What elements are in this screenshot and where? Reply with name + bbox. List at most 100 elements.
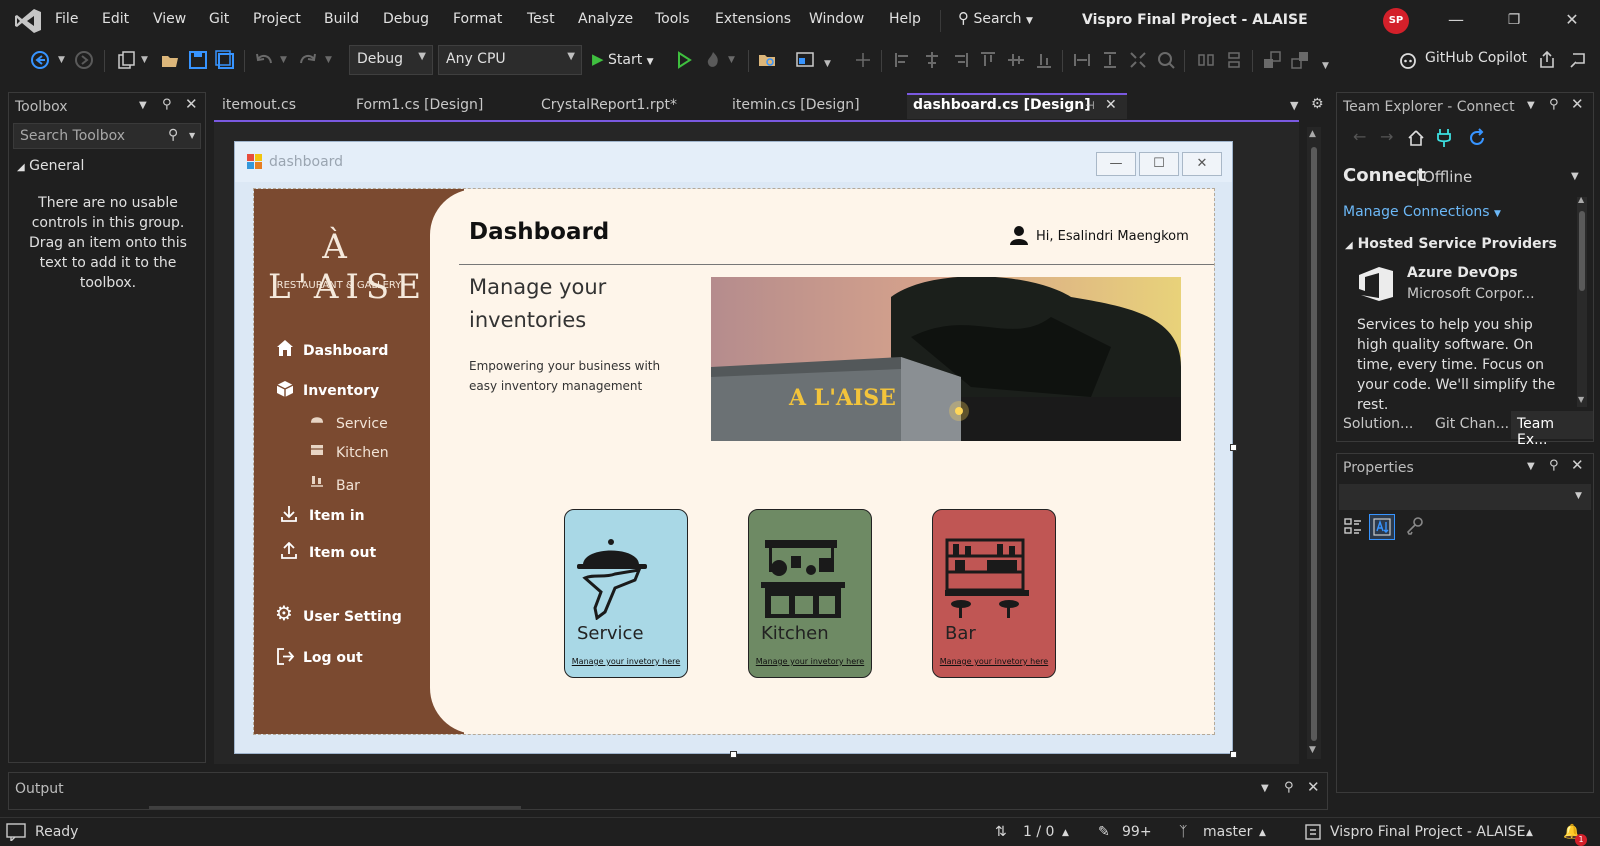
- pin-icon[interactable]: ⚲: [1549, 97, 1559, 112]
- chevron-down-icon[interactable]: ▼: [141, 55, 148, 65]
- menu-git[interactable]: Git: [209, 11, 229, 27]
- toolbar-overflow-icon[interactable]: ▼: [1322, 61, 1329, 71]
- back-icon[interactable]: [30, 50, 50, 70]
- configuration-select[interactable]: Debug ▼: [349, 45, 433, 75]
- tab-itemout[interactable]: itemout.cs: [216, 93, 344, 119]
- search-button[interactable]: ⚲ Search ▼: [958, 9, 1033, 27]
- menu-edit[interactable]: Edit: [102, 11, 129, 27]
- toolbox-search-input[interactable]: Search Toolbox ⚲ ▼: [13, 123, 201, 149]
- chevron-down-icon[interactable]: ▼: [58, 55, 65, 65]
- align-grid-icon[interactable]: [853, 50, 873, 70]
- tab-itemin-design[interactable]: itemin.cs [Design]: [726, 93, 904, 119]
- form-minimize-button[interactable]: —: [1096, 152, 1136, 176]
- new-project-icon[interactable]: [116, 50, 136, 70]
- refresh-icon[interactable]: [1467, 128, 1487, 148]
- resize-handle[interactable]: [1230, 444, 1237, 451]
- nav-bar[interactable]: Bar: [336, 478, 360, 494]
- tab-crystalreport1[interactable]: CrystalReport1.rpt*: [535, 93, 717, 119]
- menu-extensions[interactable]: Extensions: [715, 11, 791, 27]
- close-icon[interactable]: ✕: [1105, 97, 1117, 113]
- tab-solution-explorer[interactable]: Solution...: [1337, 411, 1427, 439]
- close-icon[interactable]: ✕: [185, 95, 198, 113]
- form-close-button[interactable]: ✕: [1182, 152, 1222, 176]
- chevron-down-icon[interactable]: ▼: [728, 55, 735, 65]
- save-all-icon[interactable]: [215, 50, 235, 70]
- vertical-spacing-icon[interactable]: [1224, 50, 1244, 70]
- panel-menu-icon[interactable]: ▼: [1527, 100, 1535, 111]
- nav-kitchen[interactable]: Kitchen: [336, 445, 389, 461]
- chevron-down-icon[interactable]: ▼: [824, 59, 831, 69]
- kitchen-card-link[interactable]: Manage your invetory here: [749, 657, 871, 666]
- nav-item-out[interactable]: Item out: [309, 545, 376, 561]
- menu-file[interactable]: File: [55, 11, 78, 27]
- tab-dashboard-design[interactable]: dashboard.cs [Design] ⊣ ✕: [907, 93, 1127, 119]
- designer-vertical-scrollbar[interactable]: ▲ ▼: [1307, 127, 1321, 759]
- menu-window[interactable]: Window: [809, 11, 864, 27]
- scroll-thumb[interactable]: [1311, 147, 1317, 741]
- service-card-link[interactable]: Manage your invetory here: [565, 657, 687, 666]
- status-branch[interactable]: master: [1203, 824, 1252, 840]
- status-repository[interactable]: Vispro Final Project - ALAISE: [1330, 824, 1526, 840]
- nav-inventory[interactable]: Inventory: [303, 383, 379, 399]
- property-pages-icon[interactable]: [1405, 516, 1425, 536]
- horizontal-spacing-icon[interactable]: [1196, 50, 1216, 70]
- pin-icon[interactable]: ⚲: [1549, 458, 1559, 473]
- panel-menu-icon[interactable]: ▼: [139, 100, 147, 111]
- align-bottom-icon[interactable]: [1034, 50, 1054, 70]
- nav-user-setting[interactable]: User Setting: [303, 609, 402, 625]
- hot-reload-icon[interactable]: [703, 50, 723, 70]
- forward-icon[interactable]: [74, 50, 94, 70]
- close-icon[interactable]: ✕: [1571, 95, 1584, 113]
- close-button[interactable]: ✕: [1560, 8, 1584, 32]
- team-explorer-scrollbar[interactable]: ▲ ▼: [1577, 195, 1587, 407]
- home-icon[interactable]: [1407, 129, 1425, 147]
- open-folder-icon[interactable]: [160, 50, 180, 70]
- start-button[interactable]: ▶ Start ▼: [592, 50, 654, 68]
- align-middle-icon[interactable]: [1006, 50, 1026, 70]
- scroll-up-icon[interactable]: ▲: [1309, 129, 1316, 139]
- minimize-button[interactable]: —: [1444, 8, 1468, 32]
- chevron-down-icon[interactable]: ▼: [280, 55, 287, 65]
- redo-icon[interactable]: [298, 50, 318, 70]
- make-same-width-icon[interactable]: [1072, 50, 1092, 70]
- menu-build[interactable]: Build: [324, 11, 359, 27]
- plug-icon[interactable]: [1436, 128, 1452, 148]
- scroll-down-icon[interactable]: ▼: [1578, 395, 1584, 404]
- align-right-icon[interactable]: [950, 50, 970, 70]
- menu-view[interactable]: View: [153, 11, 186, 27]
- bar-card-link[interactable]: Manage your invetory here: [933, 657, 1055, 666]
- feedback-icon[interactable]: [1568, 50, 1588, 70]
- forward-icon[interactable]: →: [1380, 127, 1393, 146]
- back-icon[interactable]: ←: [1353, 127, 1366, 146]
- save-icon[interactable]: [188, 50, 208, 70]
- menu-tools[interactable]: Tools: [655, 11, 690, 27]
- toolbox-group-general[interactable]: ◢ General: [17, 158, 84, 174]
- bring-to-front-icon[interactable]: [1262, 50, 1282, 70]
- nav-log-out[interactable]: Log out: [303, 650, 363, 666]
- output-scrollbar[interactable]: [149, 806, 521, 809]
- pin-icon[interactable]: ⊣: [1085, 99, 1095, 112]
- chevron-down-icon[interactable]: ▼: [325, 55, 332, 65]
- scroll-thumb[interactable]: [1579, 211, 1585, 291]
- tab-form1-design[interactable]: Form1.cs [Design]: [350, 93, 530, 119]
- chevron-up-icon[interactable]: ▲: [1062, 828, 1069, 838]
- panel-menu-icon[interactable]: ▼: [1261, 783, 1269, 794]
- manage-connections-link[interactable]: Manage Connections ▼: [1343, 204, 1501, 220]
- align-center-icon[interactable]: [922, 50, 942, 70]
- tab-git-changes[interactable]: Git Chan...: [1429, 411, 1519, 439]
- menu-help[interactable]: Help: [889, 11, 921, 27]
- chevron-up-icon[interactable]: ▲: [1259, 828, 1266, 838]
- window-layout-icon[interactable]: [795, 50, 815, 70]
- tab-team-explorer[interactable]: Team Ex...: [1511, 411, 1593, 448]
- undo-icon[interactable]: [254, 50, 274, 70]
- gear-icon[interactable]: ⚙: [1311, 96, 1324, 112]
- alphabetical-button[interactable]: [1369, 514, 1395, 540]
- panel-menu-icon[interactable]: ▼: [1527, 461, 1535, 472]
- scroll-up-icon[interactable]: ▲: [1578, 195, 1584, 204]
- close-icon[interactable]: ✕: [1307, 778, 1320, 796]
- azure-devops-name[interactable]: Azure DevOps: [1407, 265, 1518, 281]
- share-icon[interactable]: [1537, 50, 1557, 70]
- scroll-down-icon[interactable]: ▼: [1309, 745, 1316, 755]
- hosted-providers-section[interactable]: ◢ Hosted Service Providers: [1345, 236, 1557, 252]
- tab-list-dropdown-icon[interactable]: ▼: [1290, 99, 1298, 112]
